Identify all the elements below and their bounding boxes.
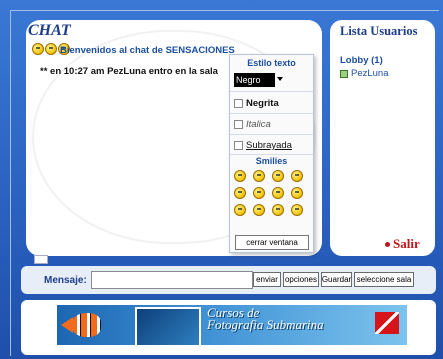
user-name: PezLuna bbox=[351, 68, 389, 79]
chat-title: CHAT bbox=[28, 22, 71, 39]
send-button[interactable]: enviar bbox=[253, 272, 281, 287]
message-input[interactable] bbox=[91, 271, 253, 289]
bullet-icon bbox=[385, 241, 390, 247]
smiley-icon[interactable] bbox=[291, 187, 303, 199]
ad-photo bbox=[135, 307, 201, 345]
bold-option[interactable]: Negrita bbox=[234, 98, 279, 109]
divider bbox=[230, 91, 313, 92]
smiley-icon bbox=[32, 43, 44, 55]
smiley-icon bbox=[45, 43, 57, 55]
message-label: Mensaje: bbox=[44, 275, 87, 286]
user-list-panel: Lista Usuarios Lobby (1) PezLuna bbox=[330, 20, 435, 256]
user-list-title: Lista Usuarios bbox=[340, 24, 418, 38]
smiley-icon[interactable] bbox=[291, 204, 303, 216]
italic-label: Italica bbox=[246, 119, 271, 130]
chat-message: ** en 10:27 am PezLuna entro en la sala bbox=[40, 66, 218, 77]
clownfish-icon bbox=[71, 313, 101, 337]
underline-checkbox[interactable] bbox=[234, 141, 243, 150]
smiley-icon[interactable] bbox=[272, 204, 284, 216]
smilies-grid bbox=[234, 170, 303, 216]
smiley-icon[interactable] bbox=[234, 170, 246, 182]
italic-checkbox[interactable] bbox=[234, 120, 243, 129]
divider bbox=[230, 154, 313, 155]
italic-option[interactable]: Italica bbox=[234, 119, 271, 130]
color-select[interactable]: Negro bbox=[234, 73, 275, 87]
close-window-button[interactable]: cerrar ventana bbox=[235, 235, 309, 250]
options-button[interactable]: opciones bbox=[283, 272, 319, 287]
ad-banner[interactable]: Cursos de Fotografia Submarina bbox=[57, 305, 407, 345]
select-room-button[interactable]: seleccione sala bbox=[354, 272, 414, 287]
room-name[interactable]: Lobby (1) bbox=[340, 55, 383, 66]
smiley-icon[interactable] bbox=[253, 170, 265, 182]
dive-flag-icon bbox=[375, 312, 399, 334]
ad-text: Cursos de Fotografia Submarina bbox=[207, 306, 324, 332]
smiley-icon[interactable] bbox=[234, 204, 246, 216]
save-button[interactable]: Guardar bbox=[321, 272, 352, 287]
underline-option[interactable]: Subrayada bbox=[234, 140, 292, 151]
text-style-title: Estilo texto bbox=[247, 58, 296, 68]
bold-label: Negrita bbox=[246, 98, 279, 109]
chevron-down-icon[interactable] bbox=[277, 77, 283, 81]
text-style-popup: Estilo texto Negro Negrita Italica Subra… bbox=[229, 54, 314, 253]
smiley-icon[interactable] bbox=[253, 204, 265, 216]
smiley-icon[interactable] bbox=[272, 170, 284, 182]
exit-label: Salir bbox=[393, 236, 420, 251]
smiley-icon[interactable] bbox=[272, 187, 284, 199]
underline-label: Subrayada bbox=[246, 140, 292, 151]
exit-link[interactable]: Salir bbox=[385, 236, 420, 252]
smilies-title: Smilies bbox=[255, 156, 288, 166]
smiley-icon[interactable] bbox=[234, 187, 246, 199]
smiley-icon[interactable] bbox=[291, 170, 303, 182]
divider bbox=[230, 134, 313, 135]
ad-text-line2: Fotografia Submarina bbox=[207, 317, 324, 332]
chat-scroll-handle[interactable] bbox=[34, 255, 48, 264]
user-icon bbox=[340, 69, 348, 78]
smiley-icon[interactable] bbox=[253, 187, 265, 199]
welcome-message: Bienvenidos al chat de SENSACIONES bbox=[60, 45, 235, 56]
user-list-item[interactable]: PezLuna bbox=[340, 68, 389, 79]
divider bbox=[230, 113, 313, 114]
bold-checkbox[interactable] bbox=[234, 99, 243, 108]
